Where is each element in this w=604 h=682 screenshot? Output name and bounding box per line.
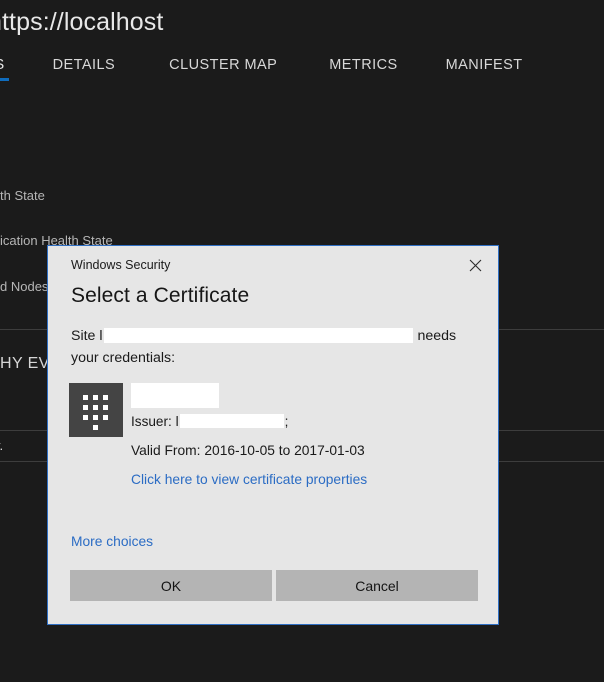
cancel-button[interactable]: Cancel — [276, 570, 478, 601]
tab-manifest[interactable]: MANIFEST — [446, 44, 523, 86]
redaction-certificate-name — [131, 383, 219, 408]
tab-cluster-map-label: CLUSTER MAP — [169, 57, 278, 73]
close-button[interactable] — [460, 252, 490, 278]
field-nodes: d Nodes — [0, 279, 49, 294]
certificate-issuer: Issuer: l; — [131, 414, 481, 429]
dialog-prompt: Site l needs your credentials: — [71, 325, 487, 369]
tab-details[interactable]: DETAILS — [53, 44, 116, 86]
tab-metrics[interactable]: METRICS — [329, 44, 397, 86]
certificate-validity: Valid From: 2016-10-05 to 2017-01-03 — [131, 443, 365, 459]
redaction-certificate-issuer — [179, 414, 284, 429]
url-text: https://localhost — [0, 7, 164, 36]
prompt-prefix: Site l — [71, 328, 103, 344]
tab-cluster-map[interactable]: CLUSTER MAP — [169, 44, 277, 86]
address-bar[interactable]: https://localhost — [0, 0, 604, 44]
dialog-buttons: OK Cancel — [70, 570, 478, 601]
tab-bar: LS DETAILS CLUSTER MAP METRICS MANIFEST — [0, 44, 604, 86]
tab-metrics-label: METRICS — [329, 57, 398, 73]
more-choices-link[interactable]: More choices — [71, 534, 153, 549]
certificate-info: Issuer: l; Valid From: 2016-10-05 to 201… — [131, 383, 481, 489]
certificate-issuer-tail: ; — [284, 414, 289, 429]
tab-details-label: DETAILS — [52, 57, 116, 73]
dialog-titlebar: Windows Security — [48, 246, 498, 286]
tab-essentials-label: LS — [0, 57, 5, 73]
certificate-issuer-label: Issuer: l — [131, 414, 179, 429]
certificate-properties-link[interactable]: Click here to view certificate propertie… — [131, 472, 367, 487]
tab-manifest-label: MANIFEST — [445, 57, 523, 73]
smartcard-certificate-icon — [69, 383, 123, 437]
dialog-title: Windows Security — [71, 258, 171, 272]
close-icon — [469, 259, 482, 272]
prompt-line-2: your credentials: — [71, 350, 176, 366]
tab-essentials[interactable]: LS — [0, 44, 9, 86]
field-health-state: th State — [0, 188, 45, 203]
ok-button[interactable]: OK — [70, 570, 272, 601]
table-empty-note: display. — [0, 438, 3, 453]
prompt-suffix: needs — [413, 328, 457, 344]
windows-security-dialog: Windows Security Select a Certificate Si… — [47, 245, 499, 625]
dialog-heading: Select a Certificate — [71, 284, 250, 307]
screen: https://localhost LS DETAILS CLUSTER MAP… — [0, 0, 604, 682]
redaction-site-name — [103, 327, 413, 343]
